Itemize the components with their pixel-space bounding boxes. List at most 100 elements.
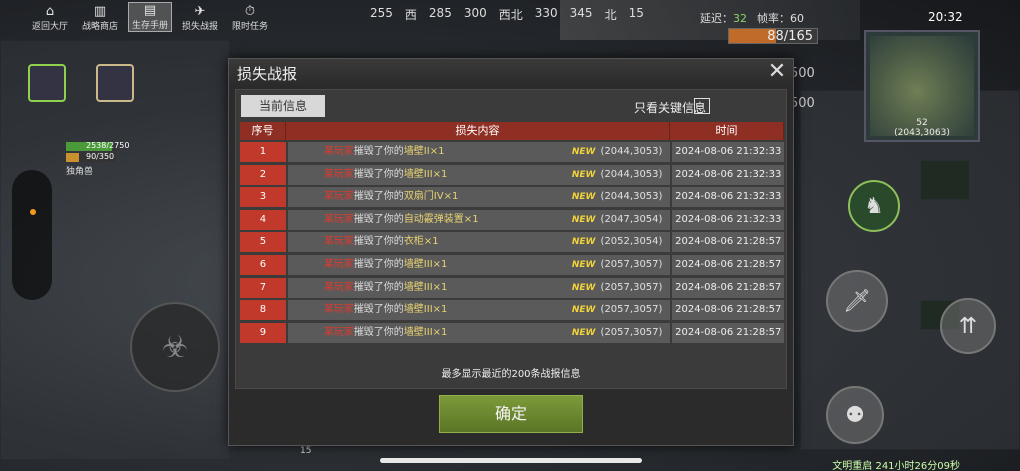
network-status: 延迟：32 帧率：60 (700, 10, 804, 26)
teammate-avatar[interactable] (28, 64, 66, 102)
table-row: 5 某玩家 摧毁了你的衣柜×1 NEW (2052,3054) 2024-08-06 21… (240, 232, 784, 253)
knife-icon: 🗡 (843, 288, 871, 314)
fps-value: 60 (790, 12, 804, 25)
loss-report-dialog: 损失战报 ✕ 当前信息 只看关键信息 序号 损失内容 时间 1 某玩家 摧毁了你的墙… (228, 58, 794, 446)
item-name: 墙壁III×1 (403, 326, 448, 338)
side-panel-handle[interactable] (12, 170, 52, 300)
close-button[interactable]: ✕ (765, 61, 789, 85)
report-icon: ✈ (194, 4, 206, 19)
header-content: 损失内容 (286, 122, 670, 140)
row-content: 某玩家 摧毁了你的墙壁III×1 NEW (2044,3053) (287, 164, 671, 185)
prone-button[interactable]: ⚉ (826, 386, 884, 444)
compass-mark: 255 (370, 6, 393, 20)
row-time: 2024-08-06 21:28:57 (672, 254, 784, 275)
menu-label: 损失战报 (181, 22, 218, 32)
crouch-button[interactable]: ♞ (848, 180, 900, 232)
dialog-body: 当前信息 只看关键信息 序号 损失内容 时间 1 某玩家 摧毁了你的墙壁II×1 NE… (235, 89, 787, 389)
item-name: 双扇门IV×1 (403, 191, 459, 203)
dialog-header: 损失战报 ✕ (229, 59, 793, 87)
location-coord: (2052,3054) (600, 236, 663, 248)
player-hp-text: 2538/2750 (86, 141, 130, 150)
attacker-name: 某玩家 (323, 258, 354, 270)
action-text: 摧毁了你的 (353, 146, 404, 157)
latency-label: 延迟： (700, 12, 733, 25)
footnote: 最多显示最近的200条战报信息 (441, 369, 581, 380)
new-badge: NEW (571, 259, 596, 270)
attacker-name: 某玩家 (323, 326, 354, 338)
menu-label: 生存手册 (131, 21, 168, 31)
player-hunger-text: 90/350 (86, 152, 115, 161)
jump-icon: ⇈ (958, 313, 978, 339)
top-menu: ⌂ 返回大厅 ▥ 战略商店 ▤ 生存手册 ✈ 损失战报 ⏱ 限时任务 (28, 2, 272, 32)
confirm-button[interactable]: 确定 (439, 395, 583, 433)
row-time: 2024-08-06 21:32:33 (672, 187, 784, 208)
row-time: 2024-08-06 21:32:33 (672, 164, 784, 185)
table-body: 1 某玩家 摧毁了你的墙壁II×1 NEW (2044,3053) 2024-08-06 … (240, 142, 784, 343)
compass-mark: 345 (569, 6, 593, 20)
attacker-name: 某玩家 (323, 191, 354, 203)
item-name: 墙壁II×1 (403, 146, 445, 157)
row-content: 某玩家 摧毁了你的墙壁III×1 NEW (2057,3057) (287, 300, 671, 321)
crouch-icon: ♞ (864, 193, 884, 219)
compass-mark: 西 (404, 8, 417, 22)
home-indicator[interactable] (380, 458, 642, 463)
table-header: 序号 损失内容 时间 (240, 122, 784, 140)
item-name: 衣柜×1 (403, 236, 439, 248)
action-text: 摧毁了你的 (353, 304, 404, 316)
dialog-title: 损失战报 (237, 65, 298, 83)
new-badge: NEW (571, 282, 596, 293)
player-hunger-fill (66, 153, 79, 162)
row-content: 某玩家 摧毁了你的自动霰弹装置×1 NEW (2047,3054) (287, 209, 671, 230)
menu-label: 返回大厅 (31, 22, 68, 32)
minimap[interactable]: 52 (2043,3063) (864, 30, 980, 142)
item-name: 自动霰弹装置×1 (403, 213, 479, 225)
key-info-checkbox[interactable] (694, 98, 710, 114)
menu-timed-task[interactable]: ⏱ 限时任务 (228, 2, 272, 33)
jump-button[interactable]: ⇈ (940, 298, 996, 354)
biohazard-joystick[interactable]: ☣ (130, 302, 220, 392)
menu-manual[interactable]: ▤ 生存手册 (128, 2, 172, 32)
table-row: 2 某玩家 摧毁了你的墙壁III×1 NEW (2044,3053) 2024-08-06… (240, 164, 784, 185)
location-coord: (2044,3053) (600, 146, 663, 157)
table-row: 7 某玩家 摧毁了你的墙壁III×1 NEW (2057,3057) 2024-08-06… (240, 277, 784, 298)
attacker-name: 某玩家 (323, 213, 354, 225)
row-time: 2024-08-06 21:32:33 (672, 142, 784, 162)
new-badge: NEW (571, 305, 596, 316)
location-coord: (2044,3053) (600, 168, 663, 180)
fps-label: 帧率： (757, 12, 790, 25)
location-coord: (2044,3053) (600, 191, 663, 203)
menu-loss-report[interactable]: ✈ 损失战报 (178, 2, 222, 33)
table-row: 3 某玩家 摧毁了你的双扇门IV×1 NEW (2044,3053) 2024-08-06… (240, 187, 784, 208)
new-badge: NEW (571, 147, 596, 157)
row-content: 某玩家 摧毁了你的墙壁III×1 NEW (2057,3057) (287, 254, 671, 275)
clock: 20:32 (928, 10, 963, 24)
row-content: 某玩家 摧毁了你的墙壁III×1 NEW (2057,3057) (287, 322, 671, 343)
row-index: 6 (240, 254, 286, 275)
player-hp-bar: 2538/2750 (66, 141, 129, 151)
latency-value: 32 (733, 12, 747, 25)
home-icon: ⌂ (45, 4, 55, 19)
compass-mark: 15 (628, 6, 644, 20)
shop-icon: ▥ (93, 4, 107, 19)
player-stats: 2538/2750 90/350 独角兽 (66, 141, 129, 177)
melee-button[interactable]: 🗡 (826, 270, 888, 332)
compass-mark: 330 (534, 6, 558, 20)
menu-label: 限时任务 (231, 22, 268, 32)
menu-return-lobby[interactable]: ⌂ 返回大厅 (28, 2, 72, 33)
action-text: 摧毁了你的 (353, 191, 404, 203)
minimap-zone: 52 (916, 118, 928, 128)
new-badge: NEW (571, 237, 596, 248)
row-index: 1 (240, 142, 286, 162)
header-time: 时间 (670, 122, 784, 140)
loss-table: 序号 损失内容 时间 1 某玩家 摧毁了你的墙壁II×1 NEW (2044,3053)… (240, 122, 784, 345)
action-text: 摧毁了你的 (353, 258, 404, 270)
row-index: 3 (240, 187, 286, 208)
server-uptime: 文明重启 241小时26分09秒 (832, 461, 960, 471)
attacker-name: 某玩家 (323, 168, 354, 180)
compass-mark: 285 (428, 6, 452, 20)
tab-current-info[interactable]: 当前信息 (241, 95, 325, 117)
header-index: 序号 (240, 122, 286, 140)
player-avatar[interactable] (96, 64, 134, 102)
menu-shop[interactable]: ▥ 战略商店 (78, 2, 122, 33)
compass-bar: 255 西 285 300 西北 330 345 北 15 (370, 6, 644, 23)
